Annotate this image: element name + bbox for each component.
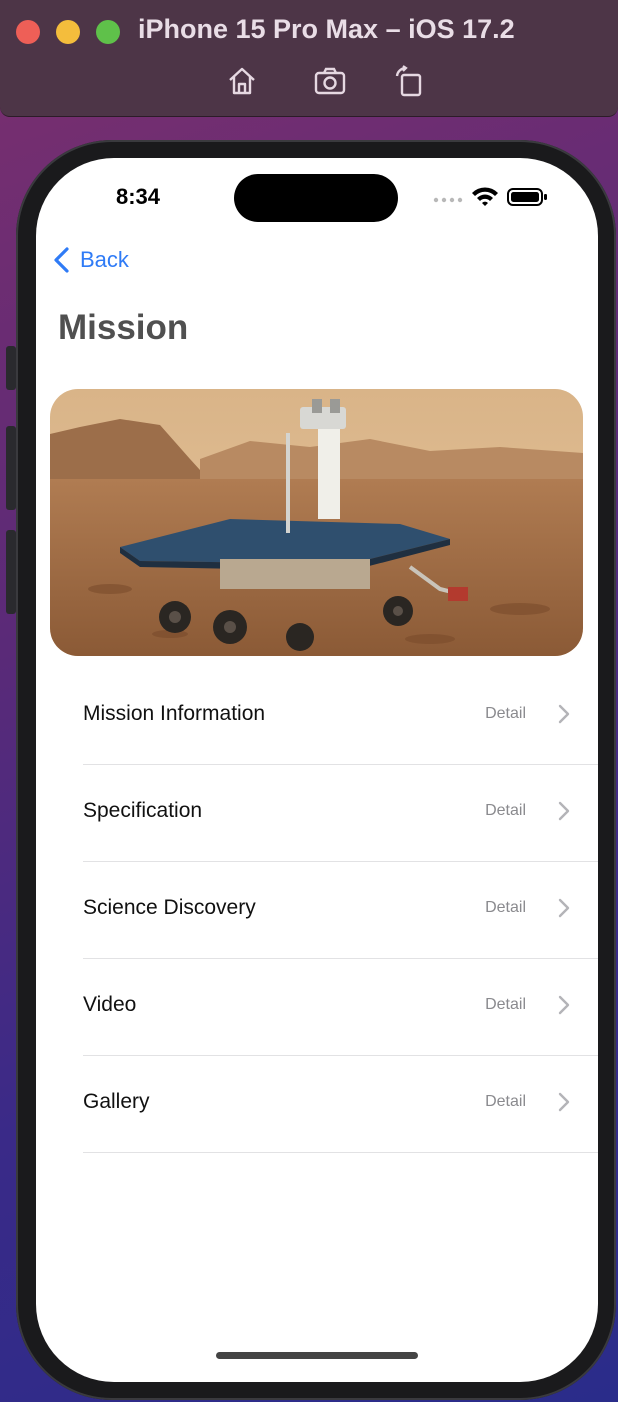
back-button[interactable]: Back xyxy=(52,244,129,276)
chevron-right-icon xyxy=(558,801,570,821)
battery-icon xyxy=(507,188,547,206)
volume-down-button xyxy=(6,530,16,614)
list-item[interactable]: Science Discovery Detail xyxy=(36,862,598,959)
volume-up-button xyxy=(6,426,16,510)
device-screen: 8:34 Back Mission Mission Information De… xyxy=(36,158,598,1382)
dynamic-island xyxy=(234,174,398,222)
row-label: Mission Information xyxy=(83,702,266,725)
chevron-right-icon xyxy=(558,898,570,918)
close-window-button[interactable] xyxy=(16,20,40,44)
simulator-title-bar: iPhone 15 Pro Max – iOS 17.2 xyxy=(0,0,618,117)
rotate-icon[interactable] xyxy=(392,64,426,98)
list-item[interactable]: Mission Information Detail xyxy=(36,668,598,765)
simulator-title: iPhone 15 Pro Max – iOS 17.2 xyxy=(138,14,515,44)
row-detail: Detail xyxy=(485,802,526,819)
action-button xyxy=(6,346,16,390)
chevron-right-icon xyxy=(558,995,570,1015)
row-label: Gallery xyxy=(83,1090,150,1113)
back-label: Back xyxy=(80,247,129,272)
chevron-right-icon xyxy=(558,1092,570,1112)
mission-menu-list: Mission Information Detail Specification… xyxy=(36,668,598,1153)
wifi-icon xyxy=(472,187,498,206)
page-title: Mission xyxy=(58,308,189,347)
row-detail: Detail xyxy=(485,705,526,722)
list-item[interactable]: Video Detail xyxy=(36,959,598,1056)
zoom-window-button[interactable] xyxy=(96,20,120,44)
row-detail: Detail xyxy=(485,899,526,916)
list-item[interactable]: Specification Detail xyxy=(36,765,598,862)
mars-rover-image xyxy=(50,389,583,656)
row-label: Specification xyxy=(83,799,203,822)
status-icons xyxy=(432,186,552,208)
signal-icon xyxy=(433,197,463,203)
row-label: Science Discovery xyxy=(83,896,256,919)
chevron-left-icon xyxy=(54,247,69,273)
list-item[interactable]: Gallery Detail xyxy=(36,1056,598,1153)
home-icon[interactable] xyxy=(225,64,259,98)
row-detail: Detail xyxy=(485,996,526,1013)
chevron-right-icon xyxy=(558,704,570,724)
status-time: 8:34 xyxy=(116,184,161,209)
row-label: Video xyxy=(83,993,137,1016)
home-indicator[interactable] xyxy=(216,1352,418,1359)
screenshot-icon[interactable] xyxy=(313,64,347,98)
row-detail: Detail xyxy=(485,1093,526,1110)
minimize-window-button[interactable] xyxy=(56,20,80,44)
